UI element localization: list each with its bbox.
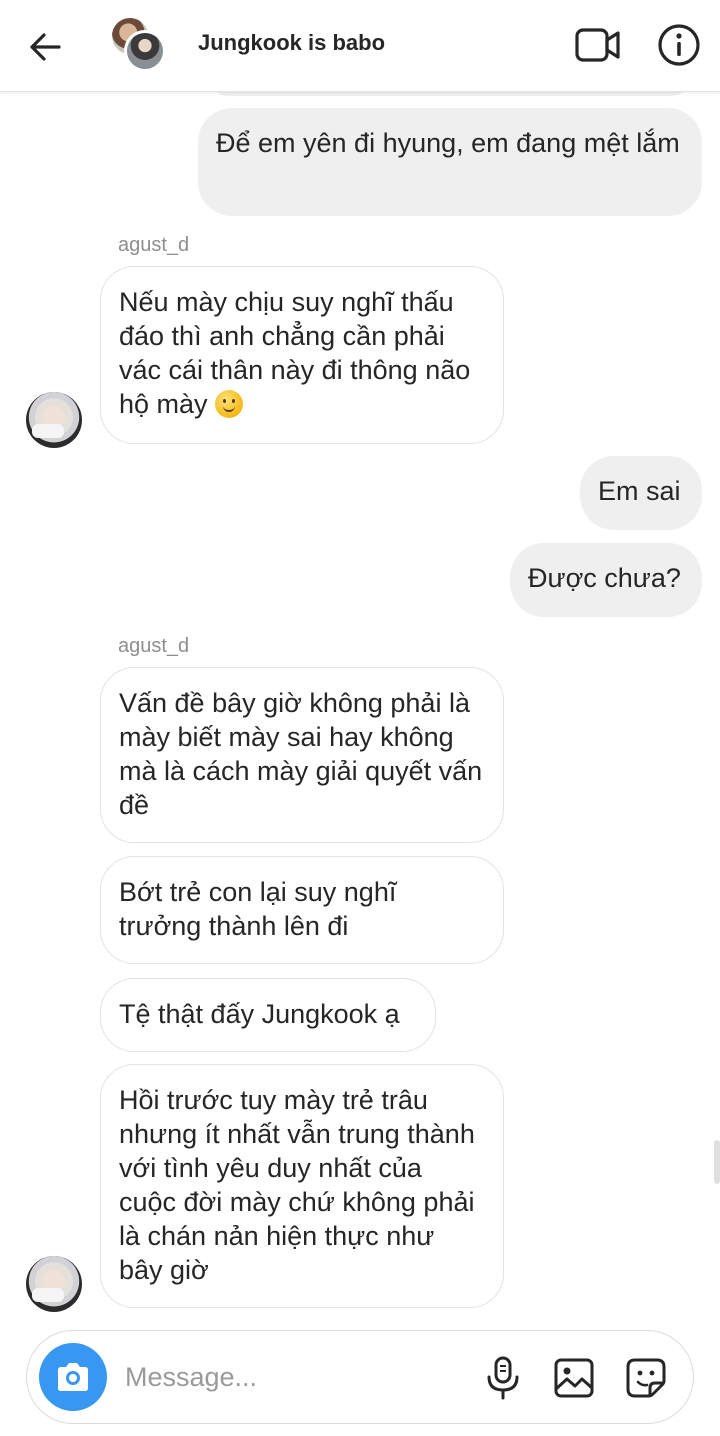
incoming-message[interactable]: Tệ thật đấy Jungkook ạ — [100, 978, 436, 1052]
back-button[interactable] — [22, 24, 68, 70]
camera-icon — [58, 1363, 88, 1391]
avatar[interactable] — [26, 392, 82, 448]
message-text: Tệ thật đấy Jungkook ạ — [119, 999, 400, 1029]
incoming-message[interactable]: Vấn đề bây giờ không phải là mày biết mà… — [100, 667, 504, 843]
image-icon — [554, 1358, 594, 1398]
microphone-icon — [487, 1356, 519, 1400]
group-avatar[interactable] — [110, 16, 168, 74]
outgoing-message[interactable]: Để em yên đi hyung, em đang mệt lắm — [198, 108, 702, 216]
message-text: Hồi trước tuy mày trẻ trâu nhưng ít nhất… — [119, 1085, 475, 1285]
arrow-left-icon — [30, 33, 61, 61]
chat-title[interactable]: Jungkook is babo — [198, 30, 385, 56]
sticker-icon — [626, 1358, 666, 1398]
gallery-button[interactable] — [553, 1357, 595, 1399]
voice-message-button[interactable] — [481, 1355, 525, 1401]
avatar — [124, 30, 166, 72]
avatar[interactable] — [26, 1256, 82, 1312]
message-text: Vấn đề bây giờ không phải là mày biết mà… — [119, 688, 483, 820]
scrollbar[interactable] — [714, 1140, 720, 1184]
info-icon — [658, 24, 700, 66]
outgoing-message[interactable]: Được chưa? — [510, 543, 702, 617]
message-input[interactable] — [125, 1355, 455, 1399]
sticker-button[interactable] — [625, 1357, 667, 1399]
slightly-smiling-face-icon — [215, 390, 244, 418]
info-button[interactable] — [656, 22, 702, 68]
outgoing-message[interactable]: Em sai — [580, 456, 702, 530]
message-text: Được chưa? — [528, 563, 681, 593]
message-composer — [26, 1330, 694, 1424]
sender-name: agust_d — [118, 234, 190, 256]
message-text: Để em yên đi hyung, em đang mệt lắm — [216, 128, 680, 158]
incoming-message[interactable]: Bớt trẻ con lại suy nghĩ trưởng thành lê… — [100, 856, 504, 964]
message-text: Nếu mày chịu suy nghĩ thấu đáo thì anh c… — [119, 287, 471, 419]
chat-header: Jungkook is babo — [0, 0, 720, 92]
incoming-message[interactable]: Hồi trước tuy mày trẻ trâu nhưng ít nhất… — [100, 1064, 504, 1308]
camera-button[interactable] — [39, 1343, 107, 1411]
message-text: Bớt trẻ con lại suy nghĩ trưởng thành lê… — [119, 877, 397, 941]
incoming-message[interactable]: Nếu mày chịu suy nghĩ thấu đáo thì anh c… — [100, 266, 504, 444]
message-text: Em sai — [598, 476, 681, 506]
video-call-button[interactable] — [574, 24, 622, 66]
sender-name: agust_d — [118, 635, 190, 657]
video-camera-icon — [575, 28, 620, 62]
